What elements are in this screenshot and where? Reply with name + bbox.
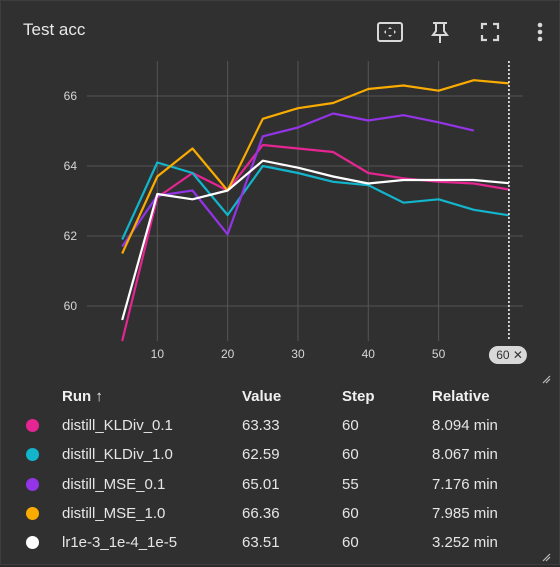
series-line xyxy=(121,143,510,342)
y-tick-label: 60 xyxy=(64,299,78,313)
run-name: lr1e-3_1e-4_1e-5 xyxy=(62,534,178,551)
more-vert-icon[interactable] xyxy=(525,17,555,47)
run-value: 66.36 xyxy=(242,505,280,522)
run-relative: 3.252 min xyxy=(432,534,498,551)
run-value: 62.59 xyxy=(242,446,280,463)
run-step: 60 xyxy=(342,505,359,522)
header-run[interactable]: Run ↑ xyxy=(62,388,103,405)
series-line xyxy=(121,161,510,240)
run-color-swatch xyxy=(26,536,39,549)
chart-resize-handle[interactable] xyxy=(541,371,551,384)
run-color-swatch xyxy=(26,448,39,461)
run-relative: 8.094 min xyxy=(432,417,498,434)
table-row: distill_KLDiv_1.0 62.59 60 8.067 min xyxy=(1,441,560,471)
run-name: distill_MSE_1.0 xyxy=(62,505,166,522)
series-line xyxy=(121,159,509,321)
x-tick-label: 30 xyxy=(291,347,305,361)
run-value: 63.33 xyxy=(242,417,280,434)
run-step: 60 xyxy=(342,446,359,463)
fullscreen-icon[interactable] xyxy=(475,17,505,47)
header-value: Value xyxy=(242,388,282,405)
run-color-swatch xyxy=(26,507,39,520)
y-tick-label: 64 xyxy=(64,159,78,173)
x-tick-label: 20 xyxy=(221,347,235,361)
fit-domain-icon[interactable] xyxy=(375,17,405,47)
close-icon: ✕ xyxy=(513,348,523,362)
run-step: 55 xyxy=(342,476,359,493)
x-tick-label: 40 xyxy=(362,347,376,361)
hover-step-label: 60 xyxy=(496,348,510,362)
table-row: distill_MSE_1.0 66.36 60 7.985 min xyxy=(1,500,560,530)
y-tick-label: 66 xyxy=(64,89,78,103)
table-row: distill_KLDiv_0.1 63.33 60 8.094 min xyxy=(1,412,560,442)
table-row: distill_MSE_0.1 65.01 55 7.176 min xyxy=(1,471,560,501)
run-relative: 8.067 min xyxy=(432,446,498,463)
table-row: lr1e-3_1e-4_1e-5 63.51 60 3.252 min xyxy=(1,529,560,559)
pin-icon[interactable] xyxy=(425,17,455,47)
run-name: distill_KLDiv_1.0 xyxy=(62,446,173,463)
series-line xyxy=(121,79,509,254)
run-relative: 7.176 min xyxy=(432,476,498,493)
run-color-swatch xyxy=(26,478,39,491)
run-name: distill_KLDiv_0.1 xyxy=(62,417,173,434)
card-title: Test acc xyxy=(23,20,86,39)
x-tick-label: 10 xyxy=(151,347,165,361)
run-value: 65.01 xyxy=(242,476,280,493)
header-relative: Relative xyxy=(432,388,490,405)
chart-card: Test acc 60 62 64 66 10 20 30 40 50 60 ✕ Run ↑ Val… xyxy=(0,0,560,565)
table-resize-handle[interactable] xyxy=(541,549,551,562)
x-tick-label: 50 xyxy=(432,347,446,361)
line-chart[interactable]: 6062646610 20 30 40 50 60 ✕ xyxy=(1,61,560,376)
run-color-swatch xyxy=(26,419,39,432)
run-name: distill_MSE_0.1 xyxy=(62,476,166,493)
run-step: 60 xyxy=(342,534,359,551)
y-tick-label: 62 xyxy=(64,229,78,243)
run-value: 63.51 xyxy=(242,534,280,551)
table-header: Run ↑ Value Step Relative xyxy=(1,383,560,413)
run-relative: 7.985 min xyxy=(432,505,498,522)
header-step: Step xyxy=(342,388,375,405)
run-step: 60 xyxy=(342,417,359,434)
